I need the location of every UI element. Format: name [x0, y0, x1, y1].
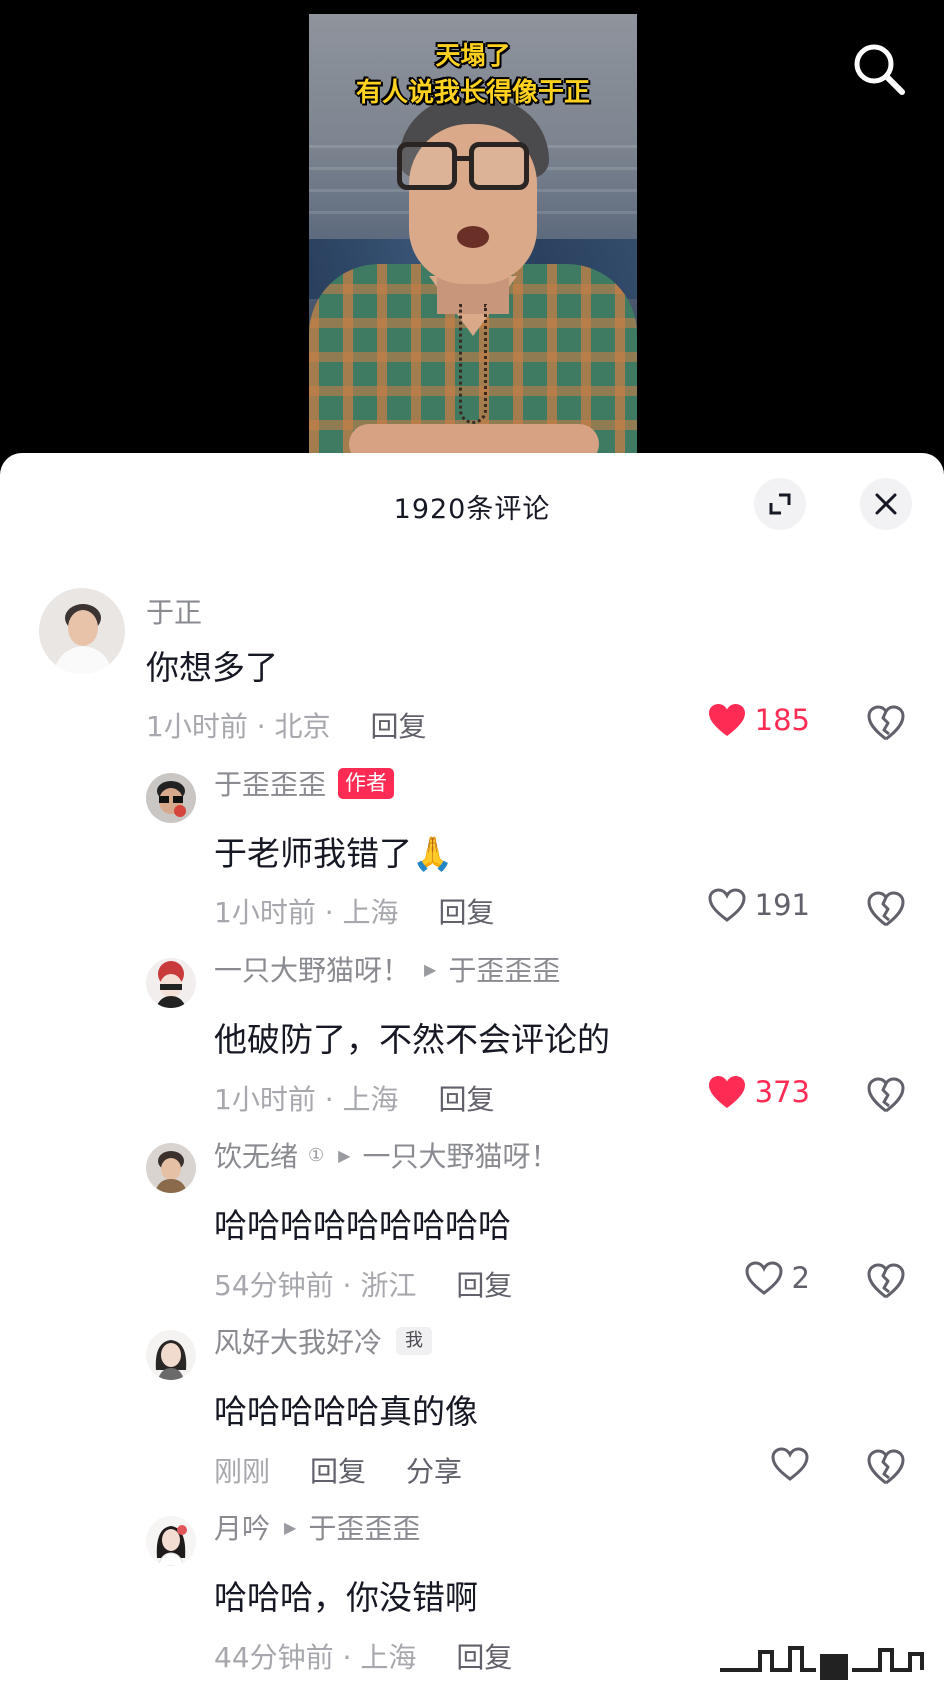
author-name[interactable]: 一只大野猫呀！: [214, 949, 410, 989]
video-caption-line2: 有人说我长得像于正: [355, 78, 590, 108]
comment-text: 哈哈哈哈哈真的像: [214, 1392, 478, 1431]
me-badge: 我: [396, 1327, 433, 1355]
avatar[interactable]: [146, 1143, 196, 1193]
expand-button[interactable]: [754, 478, 806, 530]
reply-button[interactable]: 回复: [456, 1636, 512, 1676]
comment-text: 哈哈哈，你没错啊: [214, 1578, 478, 1617]
time-location: 1小时前 · 北京: [146, 710, 331, 743]
avatar[interactable]: [146, 1330, 196, 1380]
dislike-icon[interactable]: [866, 703, 906, 743]
comment-author[interactable]: 于歪歪歪 作者: [214, 763, 395, 803]
glasses-left-lens: [397, 142, 457, 190]
video-caption-line1: 天塌了: [435, 41, 511, 70]
like-button[interactable]: 2: [670, 1260, 810, 1296]
heart-icon: [745, 1261, 783, 1295]
author-name[interactable]: 月吟: [214, 1507, 270, 1547]
comments-sheet: 1920条评论 于正 你想多了 1小时前 · 北京 回复 185 于歪歪歪 作者…: [0, 453, 944, 1695]
search-icon: [854, 44, 905, 95]
share-button[interactable]: 分享: [406, 1450, 462, 1490]
heart-icon: [708, 1076, 745, 1108]
comment-meta: 44分钟前 · 上海 回复: [214, 1636, 512, 1676]
heart-icon: [708, 704, 745, 736]
like-button[interactable]: [670, 1446, 810, 1482]
dislike-icon[interactable]: [866, 1075, 906, 1115]
video-thumbnail[interactable]: 天塌了 有人说我长得像于正: [309, 14, 637, 454]
like-count: 185: [754, 703, 810, 737]
play-arrow-icon: ▶: [424, 959, 437, 979]
comment-text: 于老师我错了🙏: [214, 834, 454, 873]
play-arrow-icon: ▶: [284, 1517, 297, 1537]
author-name[interactable]: 于歪歪歪: [214, 763, 326, 803]
dislike-icon[interactable]: [866, 1261, 906, 1301]
comment-meta: 54分钟前 · 浙江 回复: [214, 1264, 512, 1304]
reply-button[interactable]: 回复: [371, 705, 427, 745]
like-button[interactable]: 373: [670, 1074, 810, 1110]
reply-button[interactable]: 回复: [439, 891, 495, 931]
search-button[interactable]: [850, 40, 908, 98]
play-arrow-icon: ▶: [338, 1145, 351, 1165]
comment-author[interactable]: 一只大野猫呀！ ▶ 于歪歪歪: [214, 949, 560, 989]
reply-button[interactable]: 回复: [456, 1264, 512, 1304]
comment-meta: 刚刚 回复 分享: [214, 1450, 462, 1490]
video-area[interactable]: 天塌了 有人说我长得像于正: [0, 0, 944, 470]
reply-to-name[interactable]: 于歪歪歪: [448, 949, 560, 989]
time-location: 54分钟前 · 浙江: [214, 1269, 417, 1302]
comment-meta: 1小时前 · 北京 回复: [146, 705, 427, 745]
comment-meta: 1小时前 · 上海 回复: [214, 891, 495, 931]
glasses-bridge: [455, 156, 471, 161]
reply-button[interactable]: 回复: [439, 1078, 495, 1118]
comment-author[interactable]: 饮无绪 ① ▶ 一只大野猫呀！: [214, 1135, 558, 1175]
author-name[interactable]: 于正: [146, 591, 202, 631]
reply-button[interactable]: 回复: [310, 1450, 366, 1490]
avatar[interactable]: [39, 588, 125, 674]
hands: [349, 424, 599, 454]
author-name[interactable]: 饮无绪: [214, 1135, 298, 1175]
reply-to-name[interactable]: 一只大野猫呀！: [362, 1135, 558, 1175]
reply-to-name[interactable]: 于歪歪歪: [308, 1507, 420, 1547]
comment-text: 你想多了: [146, 648, 278, 687]
author-badge: 作者: [338, 767, 395, 799]
comment-text: 哈哈哈哈哈哈哈哈哈: [214, 1206, 511, 1245]
close-icon: [875, 493, 897, 515]
necklace: [459, 304, 487, 424]
time-location: 1小时前 · 上海: [214, 1083, 399, 1116]
comment-author[interactable]: 月吟 ▶ 于歪歪歪: [214, 1507, 420, 1547]
comment-author[interactable]: 于正: [146, 591, 202, 631]
time-location: 44分钟前 · 上海: [214, 1641, 417, 1674]
author-name[interactable]: 风好大我好冷: [214, 1321, 382, 1361]
dislike-icon[interactable]: [866, 889, 906, 929]
like-button[interactable]: 191: [670, 887, 810, 923]
like-count: 2: [791, 1261, 810, 1295]
dislike-icon[interactable]: [866, 1447, 906, 1487]
glasses-right-lens: [469, 142, 529, 190]
like-count: 373: [754, 1075, 810, 1109]
comment-meta: 1小时前 · 上海 回复: [214, 1078, 495, 1118]
like-button[interactable]: 185: [670, 702, 810, 738]
heart-icon: [771, 1447, 809, 1481]
like-count: 191: [754, 888, 810, 922]
watermark-overlay: [720, 1640, 930, 1684]
expand-icon: [769, 493, 791, 515]
time-location: 刚刚: [214, 1455, 271, 1488]
heart-icon: [708, 888, 746, 922]
avatar[interactable]: [146, 1516, 196, 1566]
mouth: [457, 226, 489, 248]
level-badge: ①: [308, 1144, 325, 1166]
comment-author[interactable]: 风好大我好冷 我: [214, 1321, 433, 1361]
avatar[interactable]: [146, 773, 196, 823]
time-location: 1小时前 · 上海: [214, 896, 399, 929]
comment-text: 他破防了，不然不会评论的: [214, 1020, 610, 1059]
avatar[interactable]: [146, 958, 196, 1008]
close-button[interactable]: [860, 478, 912, 530]
